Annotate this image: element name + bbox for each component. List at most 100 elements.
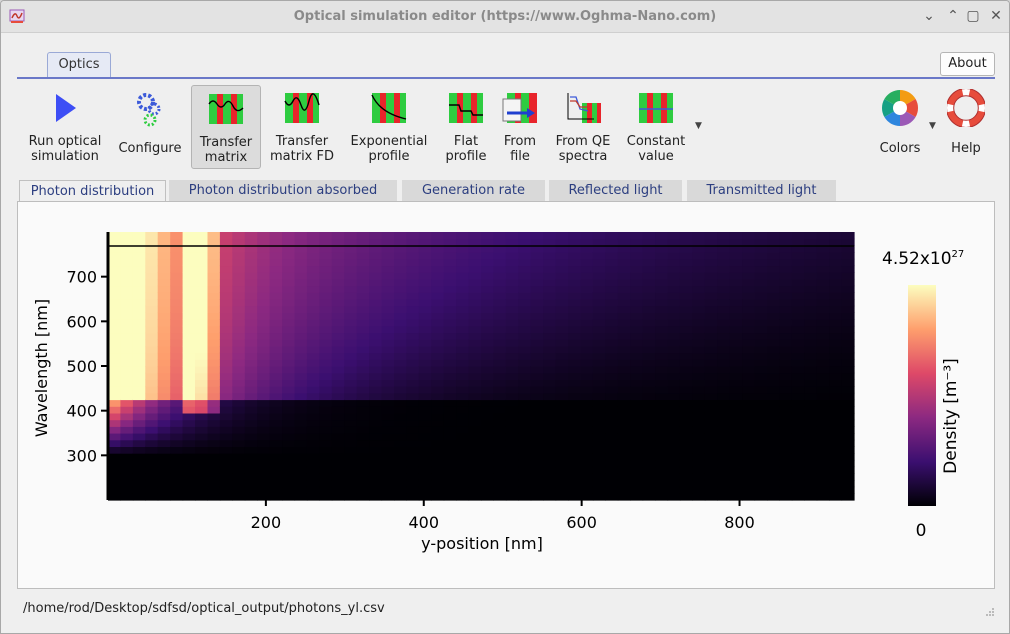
- heatmap-cell: [195, 292, 208, 300]
- constant-value-button[interactable]: Constant value: [623, 85, 689, 167]
- heatmap-cell: [269, 493, 283, 501]
- resize-grip-icon[interactable]: [985, 607, 995, 617]
- heatmap-cell: [431, 252, 445, 260]
- flat-profile-button[interactable]: Flat profile: [439, 85, 493, 167]
- heatmap-cell: [630, 278, 644, 287]
- restore-icon[interactable]: ▢: [964, 7, 982, 25]
- heatmap-cell: [244, 459, 258, 468]
- heatmap-cell: [232, 466, 246, 474]
- minimize-icon[interactable]: ⌄: [920, 7, 938, 25]
- heatmap-cell: [369, 339, 383, 347]
- from-file-button[interactable]: From file: [497, 85, 543, 167]
- heatmap-cell: [704, 238, 718, 246]
- heatmap-cell: [468, 258, 482, 267]
- heatmap-cell: [829, 278, 843, 287]
- heatmap-cell: [431, 285, 445, 293]
- heatmap-cell: [592, 278, 606, 287]
- help-button[interactable]: Help: [941, 85, 991, 167]
- heatmap-cell: [742, 446, 756, 454]
- heatmap-cell: [543, 372, 557, 380]
- heatmap-cell: [356, 366, 370, 374]
- heatmap-cell: [356, 238, 370, 246]
- heatmap-cell: [356, 419, 370, 427]
- heatmap-cell: [605, 305, 619, 313]
- heatmap-cell: [145, 238, 159, 246]
- heatmap-cell: [443, 285, 457, 293]
- maximize-up-icon[interactable]: ⌃: [944, 7, 962, 25]
- heatmap-cell: [282, 459, 296, 468]
- tool-label: Colors: [879, 141, 921, 156]
- heatmap-cell: [592, 419, 606, 427]
- heatmap-cell: [282, 312, 296, 320]
- tab-generation-rate[interactable]: Generation rate: [402, 180, 545, 201]
- exponential-profile-button[interactable]: Exponential profile: [345, 85, 433, 167]
- heatmap-cell: [555, 399, 569, 407]
- heatmap-cell: [182, 292, 196, 300]
- heatmap-cell: [394, 345, 407, 354]
- run-optical-simulation-button[interactable]: Run optical simulation: [23, 85, 107, 167]
- heatmap-cell: [493, 325, 507, 334]
- heatmap-cell: [655, 466, 669, 474]
- colors-button[interactable]: Colors: [871, 85, 929, 167]
- heatmap-cell: [182, 232, 196, 240]
- heatmap-cell: [505, 299, 519, 307]
- heatmap-cell: [170, 339, 184, 347]
- heatmap-cell: [829, 392, 843, 401]
- heatmap-cell: [617, 258, 631, 267]
- tab-reflected-light[interactable]: Reflected light: [549, 180, 682, 201]
- heatmap-cell: [829, 265, 843, 273]
- heatmap-cell: [742, 493, 756, 501]
- heatmap-cell: [468, 265, 482, 273]
- heatmap-cell: [518, 339, 532, 347]
- heatmap-cell: [481, 359, 494, 367]
- heatmap-cell: [456, 285, 470, 293]
- heatmap-cell: [282, 433, 296, 441]
- heatmap-cell: [518, 312, 532, 320]
- heatmap-cell: [642, 278, 656, 287]
- heatmap-cell: [568, 312, 581, 320]
- heatmap-cell: [369, 285, 383, 293]
- tab-transmitted-light[interactable]: Transmitted light: [687, 180, 836, 201]
- from-qe-spectra-button[interactable]: From QE spectra: [549, 85, 617, 167]
- tab-optics[interactable]: Optics: [47, 52, 111, 77]
- heatmap-cell: [319, 433, 333, 441]
- close-icon[interactable]: ✕: [987, 7, 1005, 25]
- heatmap-cell: [617, 352, 631, 360]
- heatmap-cell: [356, 325, 370, 334]
- heatmap-cell: [505, 446, 519, 454]
- heatmap-cell: [592, 426, 606, 434]
- toolbar-overflow-chevron-icon[interactable]: ▼: [695, 121, 702, 131]
- transfer-matrix-button[interactable]: Transfer matrix: [191, 85, 261, 169]
- heatmap-cell: [431, 473, 445, 481]
- heatmap-cell: [468, 359, 482, 367]
- heatmap-cell: [630, 232, 644, 240]
- tool-label: matrix FD: [270, 149, 334, 164]
- tab-photon-distribution-absorbed[interactable]: Photon distribution absorbed: [169, 180, 397, 201]
- heatmap-cell: [269, 258, 283, 267]
- heatmap-cell: [232, 319, 246, 327]
- heatmap-cell: [431, 292, 445, 300]
- heatmap-cell: [518, 493, 532, 501]
- heatmap-cell: [617, 305, 631, 313]
- heatmap-cell: [394, 406, 407, 414]
- heatmap-cell: [132, 272, 146, 280]
- heatmap-cell: [331, 339, 345, 347]
- heatmap-cell: [157, 473, 171, 481]
- heatmap-cell: [555, 352, 569, 360]
- heatmap-chart[interactable]: 200 400 600 800300400500600700 y-position […: [18, 202, 994, 588]
- heatmap-cell: [356, 446, 370, 454]
- about-button[interactable]: About: [940, 52, 995, 76]
- heatmap-cell: [344, 433, 358, 441]
- heatmap-cell: [617, 386, 631, 394]
- heatmap-cell: [779, 366, 793, 374]
- heatmap-cell: [319, 265, 333, 273]
- colors-dropdown-chevron-icon[interactable]: ▼: [929, 121, 936, 131]
- heatmap-cell: [692, 238, 706, 246]
- heatmap-cell: [443, 406, 457, 414]
- heatmap-cell: [406, 272, 420, 280]
- heatmap-cell: [331, 305, 345, 313]
- heatmap-cell: [418, 292, 432, 300]
- configure-button[interactable]: Configure: [113, 85, 187, 167]
- transfer-matrix-fd-button[interactable]: Transfer matrix FD: [265, 85, 339, 167]
- heatmap-cell: [679, 453, 693, 461]
